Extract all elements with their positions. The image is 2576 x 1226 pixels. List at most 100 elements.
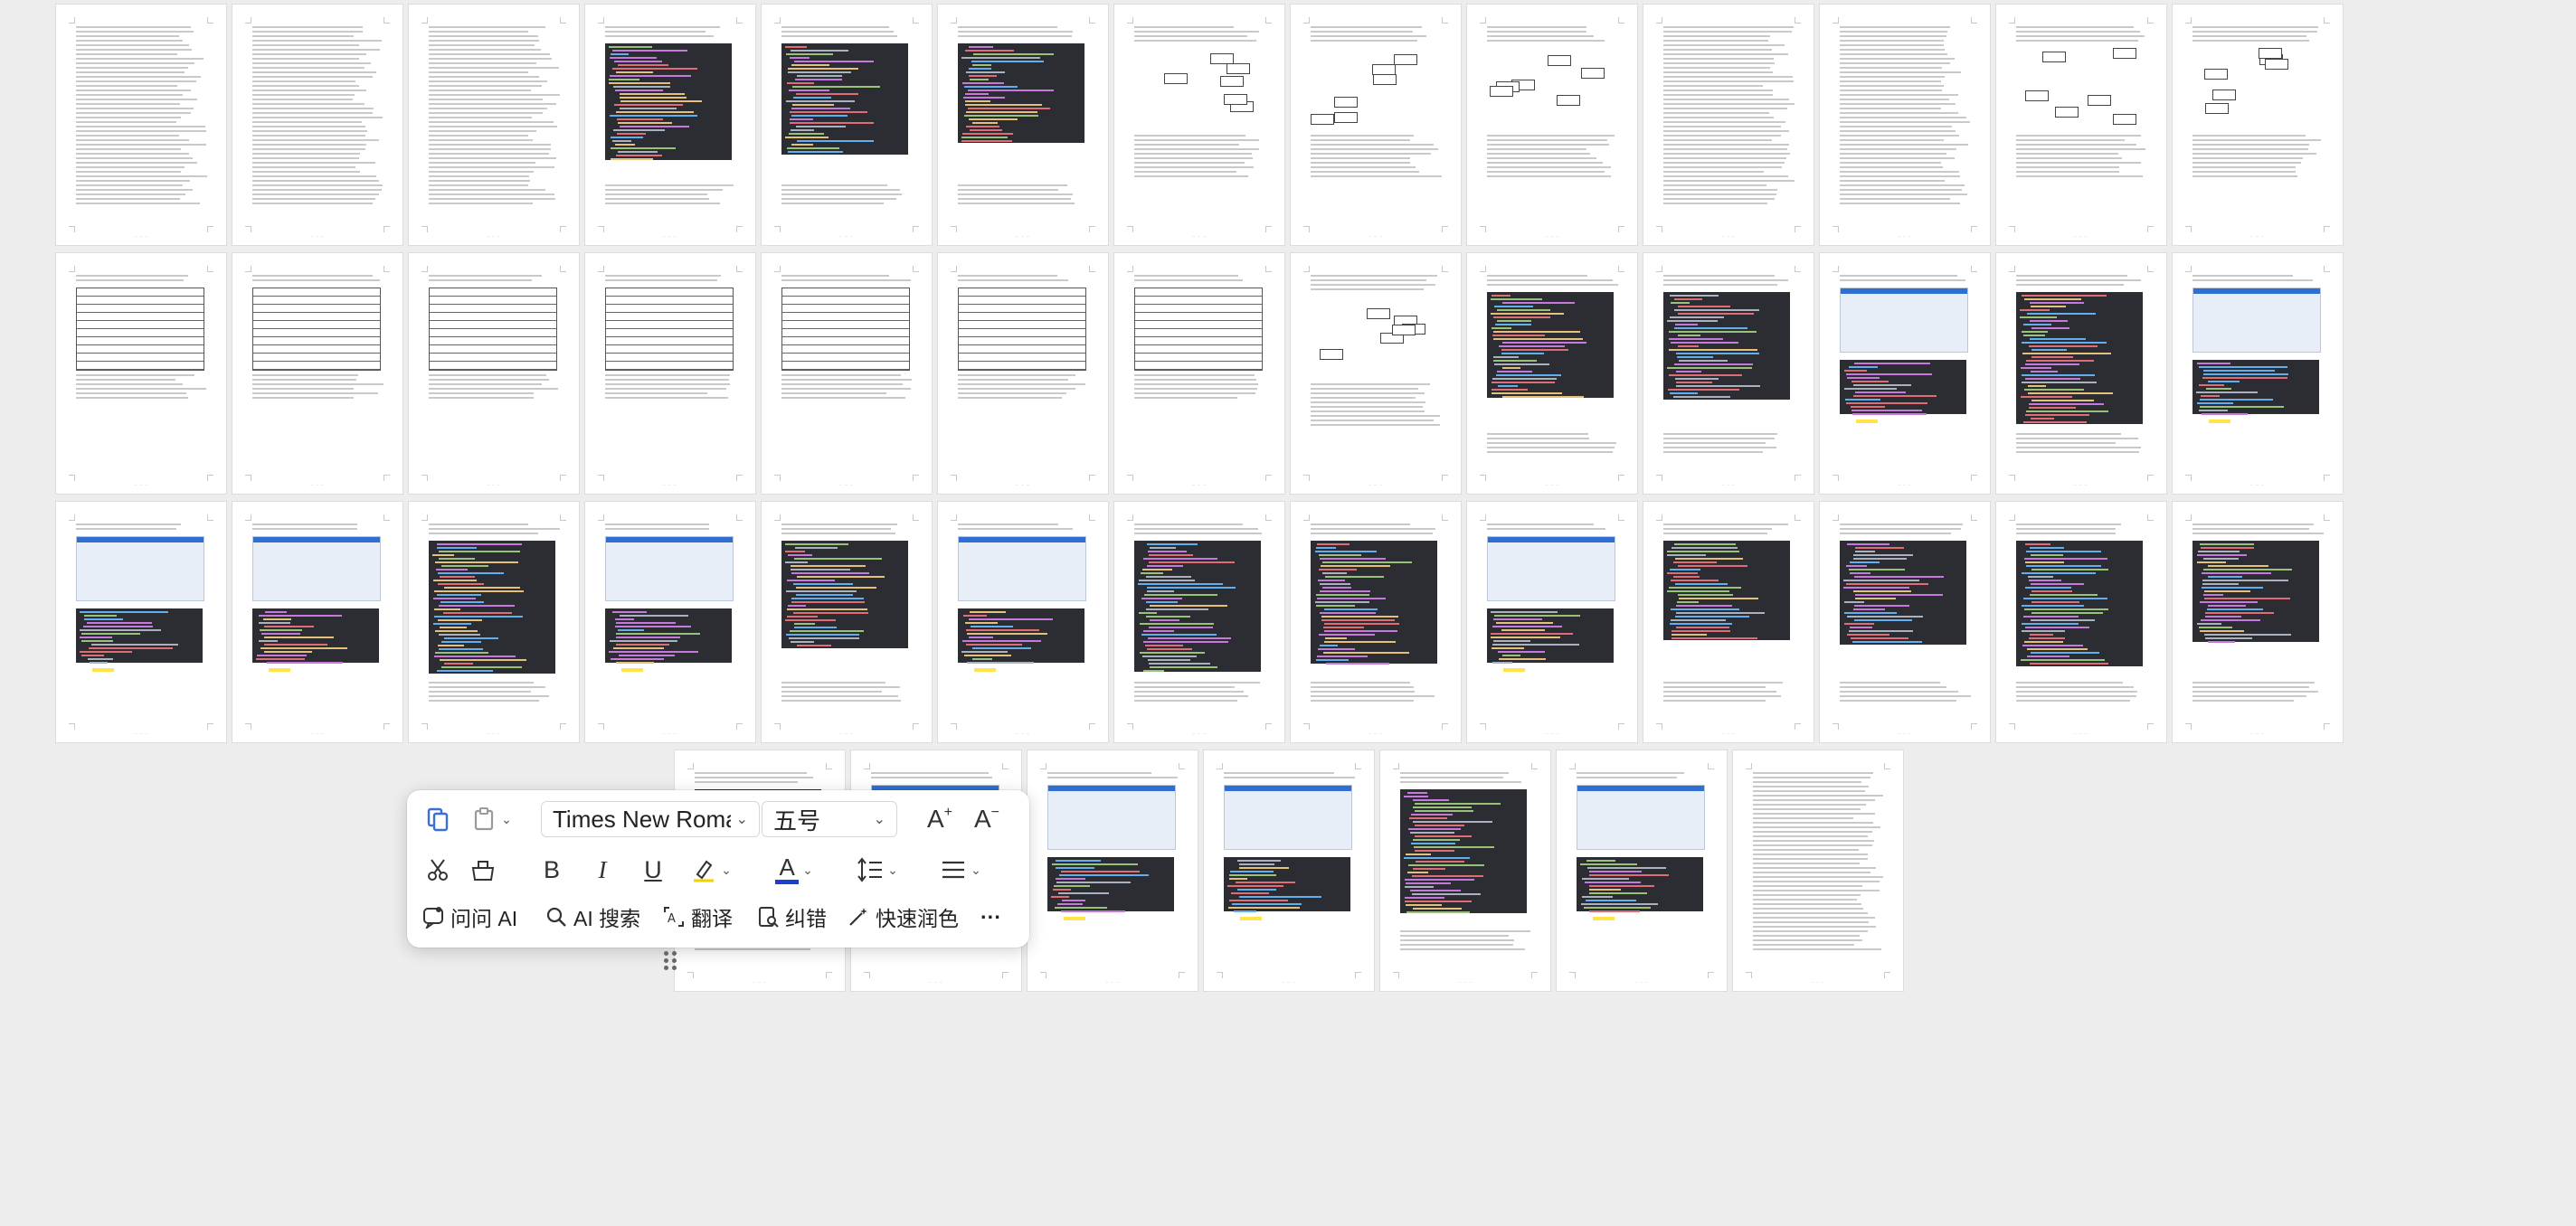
page-thumbnail[interactable]: — — — <box>2173 253 2343 494</box>
margin-mark <box>2185 226 2192 232</box>
page-thumbnail[interactable]: — — — <box>1380 750 1550 991</box>
page-thumbnail[interactable]: — — — <box>2173 5 2343 245</box>
page-thumbnail[interactable]: — — — <box>1467 5 1637 245</box>
text-line <box>1311 279 1426 281</box>
page-number: — — — <box>134 483 148 486</box>
page-thumbnail[interactable]: — — — <box>1114 502 1284 742</box>
page-thumbnail[interactable]: — — — <box>1820 5 1990 245</box>
page-thumbnail[interactable]: — — — <box>56 502 226 742</box>
text-line <box>1577 772 1684 774</box>
text-line <box>429 117 532 118</box>
page-thumbnail[interactable]: — — — <box>1114 253 1284 494</box>
drag-handle-icon[interactable] <box>664 951 680 971</box>
format-painter-button[interactable] <box>420 801 456 837</box>
text-line <box>1840 144 1968 146</box>
text-line <box>781 184 887 186</box>
page-thumbnail[interactable]: — — — <box>1820 502 1990 742</box>
underline-button[interactable]: U <box>635 852 671 888</box>
text-line <box>76 135 179 137</box>
text-line <box>1134 40 1256 42</box>
page-thumbnail[interactable]: — — — <box>585 502 755 742</box>
text-line <box>1487 144 1609 146</box>
italic-button[interactable]: I <box>584 852 620 888</box>
line-spacing-button[interactable]: ⌄ <box>850 852 904 888</box>
screenshot-image <box>252 536 381 601</box>
page-thumbnail[interactable]: — — — <box>1733 750 1903 991</box>
align-button[interactable]: ⌄ <box>933 852 988 888</box>
page-thumbnail[interactable]: — — — <box>1114 5 1284 245</box>
font-color-button[interactable]: A ⌄ <box>767 852 821 888</box>
page-thumbnail[interactable]: — — — <box>1204 750 1374 991</box>
text-line <box>1311 528 1435 530</box>
cut-button[interactable] <box>420 852 456 888</box>
font-family-select[interactable]: Times New Roman ⌄ <box>541 801 760 837</box>
page-thumbnail[interactable]: — — — <box>56 5 226 245</box>
page-thumbnail[interactable]: — — — <box>1643 502 1814 742</box>
page-thumbnail[interactable]: — — — <box>938 5 1108 245</box>
page-thumbnail[interactable]: — — — <box>1643 253 1814 494</box>
margin-mark <box>913 514 919 521</box>
margin-mark <box>207 17 213 24</box>
page-thumbnail[interactable]: — — — <box>1291 5 1461 245</box>
more-button[interactable]: ··· <box>980 895 1001 938</box>
page-thumbnail[interactable]: — — — <box>1291 502 1461 742</box>
font-size-select[interactable]: 五号 ⌄ <box>762 801 897 837</box>
page-thumbnail[interactable]: — — — <box>585 253 755 494</box>
margin-mark <box>687 763 694 769</box>
quick-polish-button[interactable]: 快速润色 <box>847 895 959 938</box>
page-thumbnail[interactable]: — — — <box>762 253 932 494</box>
page-thumbnail[interactable]: — — — <box>409 5 579 245</box>
page-thumbnail[interactable]: — — — <box>1643 5 1814 245</box>
text-line <box>76 35 179 37</box>
text-line <box>76 189 193 191</box>
page-thumbnail[interactable]: — — — <box>1028 750 1198 991</box>
margin-mark <box>774 514 781 521</box>
page-thumbnail[interactable]: — — — <box>1467 502 1637 742</box>
grow-font-button[interactable]: A + <box>919 801 961 837</box>
grow-font-label: A <box>926 805 944 833</box>
page-thumbnail[interactable]: — — — <box>232 253 402 494</box>
translate-label: 翻译 <box>691 907 733 930</box>
ai-search-button[interactable]: AI 搜索 <box>545 895 640 938</box>
text-line <box>1753 926 1876 928</box>
shrink-font-button[interactable]: A − <box>966 801 1008 837</box>
page-thumbnail[interactable]: — — — <box>1820 253 1990 494</box>
page-thumbnail[interactable]: — — — <box>762 502 932 742</box>
text-line <box>429 71 528 73</box>
page-thumbnail[interactable]: — — — <box>2173 502 2343 742</box>
text-line <box>1753 840 1874 842</box>
page-thumbnail[interactable]: — — — <box>1291 253 1461 494</box>
page-thumbnail[interactable]: — — — <box>1996 253 2166 494</box>
highlight-button[interactable]: ⌄ <box>684 852 738 888</box>
page-thumbnail[interactable]: — — — <box>938 253 1108 494</box>
page-thumbnail[interactable]: — — — <box>938 502 1108 742</box>
margin-mark <box>1795 226 1801 232</box>
text-line <box>605 198 709 200</box>
page-thumbnail[interactable]: — — — <box>409 253 579 494</box>
page-thumbnail[interactable]: — — — <box>56 253 226 494</box>
page-number: — — — <box>2074 234 2088 238</box>
margin-mark <box>560 226 566 232</box>
screenshot-image <box>1577 785 1705 850</box>
text-line <box>2192 157 2303 159</box>
page-thumbnail[interactable]: — — — <box>1996 502 2166 742</box>
page-thumbnail[interactable]: — — — <box>762 5 932 245</box>
text-line <box>1840 157 1955 159</box>
bold-button[interactable]: B <box>534 852 570 888</box>
page-thumbnail[interactable]: — — — <box>409 502 579 742</box>
text-line <box>1311 139 1410 141</box>
page-thumbnail[interactable]: — — — <box>1996 5 2166 245</box>
page-thumbnail[interactable]: — — — <box>1467 253 1637 494</box>
proofread-button[interactable]: 纠错 <box>756 895 827 938</box>
page-thumbnail[interactable]: — — — <box>232 5 402 245</box>
ask-ai-button[interactable]: 问问 AI <box>421 895 517 938</box>
page-thumbnail[interactable]: — — — <box>1557 750 1727 991</box>
page-thumbnail[interactable]: — — — <box>232 502 402 742</box>
page-thumbnail[interactable]: — — — <box>585 5 755 245</box>
clear-format-button[interactable] <box>465 852 501 888</box>
translate-button[interactable]: A 翻译 <box>662 895 733 938</box>
paste-button[interactable]: ⌄ <box>465 801 519 837</box>
text-line <box>252 175 376 177</box>
text-line <box>695 948 810 950</box>
text-line <box>1753 835 1868 837</box>
